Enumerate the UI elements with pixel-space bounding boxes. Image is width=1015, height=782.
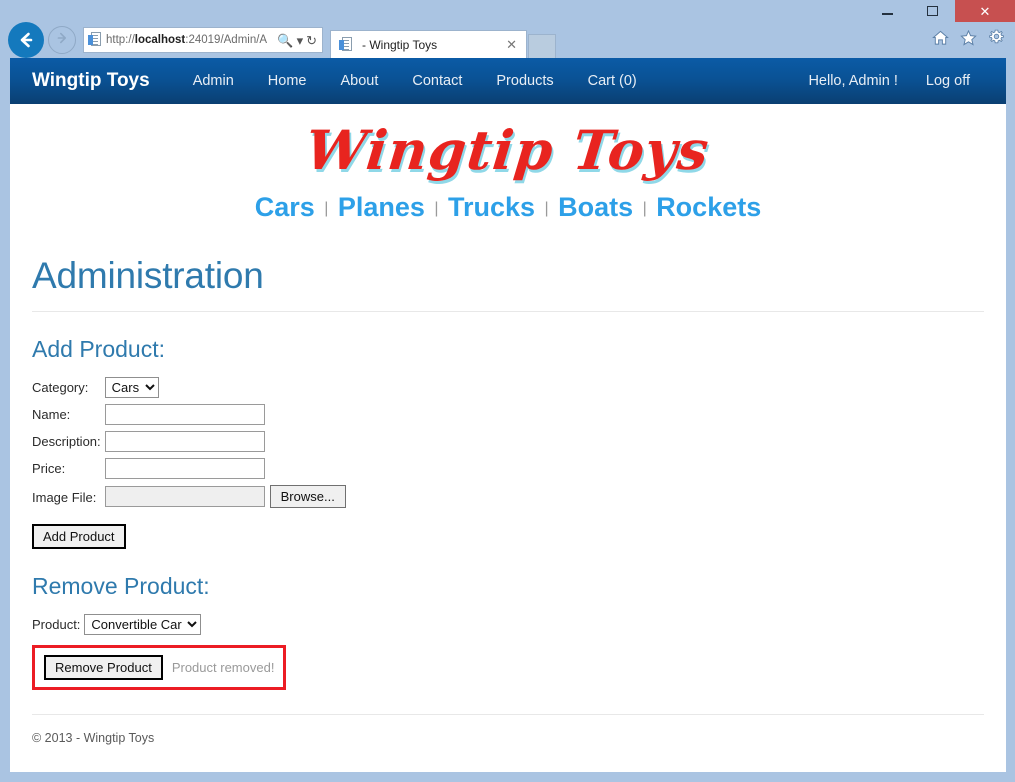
minimize-icon: [882, 13, 893, 15]
name-input-cell: [104, 404, 346, 431]
image-file-input[interactable]: Browse...: [104, 485, 346, 508]
image-file-cell: Browse...: [104, 485, 346, 516]
tab-title: - Wingtip Toys: [362, 37, 438, 52]
user-greeting-link[interactable]: Hello, Admin !: [794, 73, 911, 89]
product-label: Product:: [32, 617, 81, 632]
browser-window: ✕ http://localhost:24019/Admin/A 🔍 ▾ ↻ -…: [0, 0, 1015, 782]
remove-product-row: Product: Convertible Car: [32, 614, 984, 635]
category-links: Cars | Planes | Trucks | Boats | Rockets: [32, 184, 984, 227]
category-separator: |: [544, 200, 549, 217]
nav-item-about[interactable]: About: [323, 73, 395, 89]
form-row-name: Name:: [32, 404, 346, 431]
form-row-image: Image File: Browse...: [32, 485, 346, 516]
site-navigation-bar: Wingtip Toys Admin Home About Contact Pr…: [10, 58, 1006, 104]
remove-product-highlight: Remove Product Product removed!: [32, 645, 287, 690]
form-row-price: Price:: [32, 458, 346, 485]
price-label: Price:: [32, 461, 66, 476]
category-link-trucks[interactable]: Trucks: [444, 192, 539, 222]
nav-item-home[interactable]: Home: [251, 73, 324, 89]
remove-product-heading: Remove Product:: [32, 573, 210, 599]
tab-close-icon[interactable]: ✕: [503, 38, 520, 51]
image-file-path-field[interactable]: [104, 486, 265, 507]
forward-button[interactable]: [48, 26, 76, 54]
close-button[interactable]: ✕: [955, 0, 1015, 22]
logoff-link[interactable]: Log off: [912, 73, 984, 89]
category-link-boats[interactable]: Boats: [554, 192, 637, 222]
page-viewport: Wingtip Toys Admin Home About Contact Pr…: [10, 58, 1006, 772]
description-input-cell: [104, 431, 346, 458]
name-label: Name:: [32, 407, 71, 422]
footer-copyright: © 2013 - Wingtip Toys: [32, 731, 155, 745]
price-input[interactable]: [104, 458, 265, 479]
remove-product-button[interactable]: Remove Product: [44, 655, 163, 680]
site-brand-link[interactable]: Wingtip Toys: [32, 70, 150, 92]
site-logo-area: Wingtip Toys: [32, 104, 984, 184]
add-product-form: Category: Cars Name: Description: Price:…: [32, 377, 346, 516]
new-tab-button[interactable]: [528, 34, 556, 58]
back-arrow-icon: [16, 30, 36, 50]
category-select-cell: Cars: [104, 377, 346, 404]
category-link-cars[interactable]: Cars: [251, 192, 319, 222]
browse-button[interactable]: Browse...: [269, 485, 346, 508]
maximize-icon: [927, 6, 938, 16]
page-content: Wingtip Toys Cars | Planes | Trucks | Bo…: [10, 104, 1006, 745]
minimize-button[interactable]: [865, 0, 910, 22]
maximize-button[interactable]: [910, 0, 955, 22]
address-bar[interactable]: http://localhost:24019/Admin/A 🔍 ▾ ↻: [83, 27, 323, 53]
page-document-icon: [88, 32, 102, 48]
nav-item-contact[interactable]: Contact: [395, 73, 479, 89]
category-separator: |: [324, 200, 329, 217]
price-input-cell: [104, 458, 346, 485]
browser-chrome: http://localhost:24019/Admin/A 🔍 ▾ ↻ - W…: [0, 22, 1015, 58]
tab-strip: - Wingtip Toys ✕: [330, 26, 556, 58]
forward-arrow-icon: [54, 30, 70, 51]
browser-toolbar-icons: [932, 29, 1005, 46]
add-product-button[interactable]: Add Product: [32, 524, 126, 549]
category-link-rockets[interactable]: Rockets: [652, 192, 765, 222]
remove-status-message: Product removed!: [171, 660, 275, 675]
nav-item-cart[interactable]: Cart (0): [571, 73, 654, 89]
tab-favicon-icon: [339, 36, 353, 53]
back-button[interactable]: [8, 22, 44, 58]
category-label: Category:: [32, 380, 89, 395]
page-title: Administration: [32, 255, 264, 296]
site-logo[interactable]: Wingtip Toys: [303, 118, 713, 182]
category-link-planes[interactable]: Planes: [334, 192, 429, 222]
category-select[interactable]: Cars: [104, 377, 159, 398]
image-file-label: Image File:: [32, 490, 97, 505]
title-divider: [32, 311, 984, 312]
nav-user-area: Hello, Admin ! Log off: [794, 58, 984, 104]
nav-links: Admin Home About Contact Products Cart (…: [176, 73, 654, 89]
add-product-heading: Add Product:: [32, 336, 165, 362]
form-row-description: Description:: [32, 431, 346, 458]
home-icon[interactable]: [932, 30, 949, 46]
nav-item-products[interactable]: Products: [479, 73, 570, 89]
name-input[interactable]: [104, 404, 265, 425]
search-icon[interactable]: 🔍: [277, 34, 293, 47]
address-bar-actions: 🔍 ▾ ↻: [277, 34, 320, 47]
description-input[interactable]: [104, 431, 265, 452]
form-row-category: Category: Cars: [32, 377, 346, 404]
category-separator: |: [434, 200, 439, 217]
settings-gear-icon[interactable]: [988, 29, 1005, 46]
chevron-down-icon[interactable]: ▾: [297, 34, 304, 47]
description-label: Description:: [32, 434, 101, 449]
product-select[interactable]: Convertible Car: [84, 614, 202, 635]
close-icon: ✕: [979, 3, 991, 19]
category-separator: |: [642, 200, 647, 217]
address-bar-url: http://localhost:24019/Admin/A: [106, 34, 268, 46]
nav-item-admin[interactable]: Admin: [176, 73, 251, 89]
refresh-icon[interactable]: ↻: [306, 34, 317, 47]
window-controls: ✕: [865, 0, 1015, 22]
favorites-star-icon[interactable]: [960, 29, 977, 46]
browser-tab[interactable]: - Wingtip Toys ✕: [330, 30, 527, 58]
title-bar: ✕: [0, 0, 1015, 22]
